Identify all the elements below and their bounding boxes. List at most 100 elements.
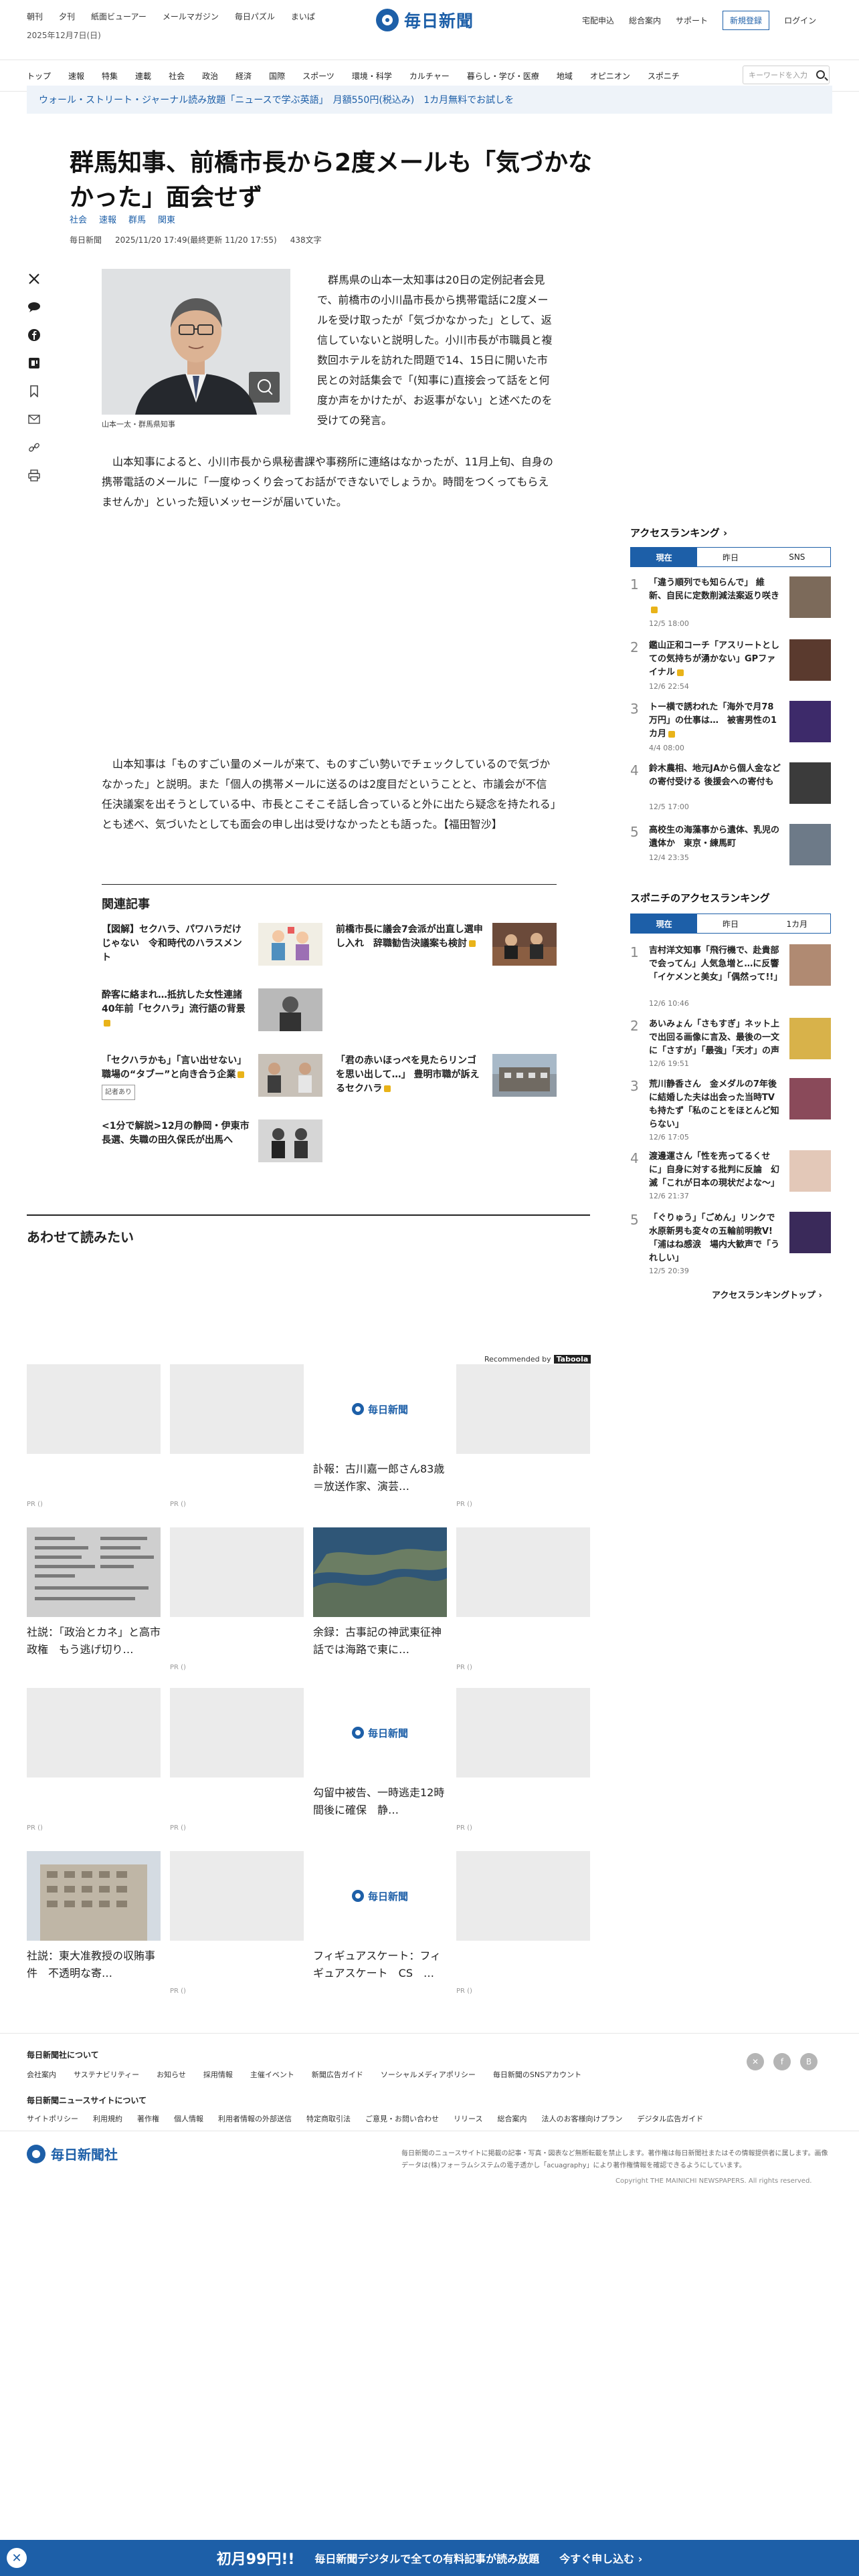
nav-item[interactable]: オピニオン xyxy=(590,70,630,82)
top-link[interactable]: 紙面ビューアー xyxy=(91,11,147,22)
related-item[interactable]: 前橋市長に議会7会派が出直し選申し入れ 辞職勧告決議案も検討 xyxy=(336,923,557,976)
hatena-icon[interactable]: B xyxy=(800,2053,818,2070)
nav-item[interactable]: 国際 xyxy=(269,70,285,82)
footer-link[interactable]: 新聞広告ガイド xyxy=(312,2069,363,2080)
rec-card[interactable]: PR () xyxy=(456,1851,590,1995)
close-icon[interactable]: ✕ xyxy=(7,2548,27,2568)
related-item[interactable]: 【図解】セクハラ、パワハラだけじゃない 令和時代のハラスメント xyxy=(102,923,322,976)
rec-card[interactable]: 毎日新聞 フィギュアスケート：フィギュアスケート CS … xyxy=(313,1851,447,1982)
footer-link[interactable]: 特定商取引法 xyxy=(306,2113,351,2124)
ranking-item[interactable]: 3 トー横で誘われた「海外で月78万円」の仕事は… 被害男性の1カ月 4/4 0… xyxy=(630,701,831,762)
tag-link[interactable]: 関東 xyxy=(158,213,175,225)
tab-current[interactable]: 現在 xyxy=(631,914,698,933)
related-item[interactable]: 「君の赤いほっぺを見たらリンゴを思い出して…」 豊明市職が訴えるセクハラ xyxy=(336,1054,557,1107)
rec-card[interactable]: PR () xyxy=(456,1527,590,1671)
nav-item[interactable]: スポーツ xyxy=(302,70,335,82)
rec-card[interactable]: 社説：「政治とカネ」と高市政権 もう逃げ切り… xyxy=(27,1527,161,1658)
info-link[interactable]: 総合案内 xyxy=(629,15,661,26)
footer-link[interactable]: ソーシャルメディアポリシー xyxy=(381,2069,476,2080)
ranking-title[interactable]: アクセスランキング › xyxy=(630,526,727,540)
footer-link[interactable]: サステナビリティー xyxy=(74,2069,139,2080)
x-share-icon[interactable] xyxy=(27,272,41,286)
nav-item[interactable]: 政治 xyxy=(202,70,218,82)
link-icon[interactable] xyxy=(27,440,41,455)
nav-item[interactable]: 特集 xyxy=(102,70,118,82)
footer-link[interactable]: 採用情報 xyxy=(203,2069,233,2080)
footer-link[interactable]: 主催イベント xyxy=(250,2069,294,2080)
rec-card[interactable]: PR () xyxy=(170,1688,304,1832)
tab-yesterday[interactable]: 昨日 xyxy=(697,548,763,566)
rec-card[interactable]: PR () xyxy=(27,1364,161,1508)
footer-link[interactable]: 総合案内 xyxy=(497,2113,527,2124)
rec-card[interactable]: 毎日新聞 訃報：古川嘉一郎さん83歳＝放送作家、演芸… xyxy=(313,1364,447,1495)
rec-card[interactable]: 余録：古事記の神武東征神話では海路で東に… xyxy=(313,1527,447,1658)
site-logo[interactable]: 毎日新聞 xyxy=(376,7,496,33)
sponichi-item[interactable]: 4 渡邊運さん「性を売ってるくせに」自身に対する批判に反論 幻滅「これが日本の現… xyxy=(630,1150,831,1212)
nav-item[interactable]: 地域 xyxy=(557,70,573,82)
mail-icon[interactable] xyxy=(27,412,41,427)
sponichi-item[interactable]: 5 「ぐりゅう」「ごめん」リンクで水原新男も変々の五輪前明教V!「浦はね感涙 場… xyxy=(630,1212,831,1275)
rec-card[interactable]: PR () xyxy=(170,1364,304,1508)
nav-item[interactable]: 速報 xyxy=(68,70,84,82)
rec-card[interactable]: PR () xyxy=(456,1364,590,1508)
login-link[interactable]: ログイン xyxy=(784,15,816,26)
footer-link[interactable]: 個人情報 xyxy=(174,2113,203,2124)
footer-link[interactable]: 著作権 xyxy=(137,2113,159,2124)
ranking-item[interactable]: 4 鈴木農相、地元JAから個人金などの寄付受ける 後援会への寄付も 12/5 1… xyxy=(630,762,831,824)
top-link[interactable]: 朝刊 xyxy=(27,11,43,22)
tag-link[interactable]: 社会 xyxy=(70,213,87,225)
facebook-icon[interactable] xyxy=(27,328,41,342)
tag-link[interactable]: 速報 xyxy=(99,213,116,225)
sponichi-item[interactable]: 2 あいみょん「さもすぎ」ネット上で出回る画像に言及、最後の一文に「さすが」「最… xyxy=(630,1018,831,1079)
related-item[interactable]: <1分で解説>12月の静岡・伊東市長選、失職の田久保氏が出馬へ xyxy=(102,1119,322,1173)
company-logo[interactable]: 毎日新聞社 xyxy=(27,2144,118,2163)
delivery-link[interactable]: 宅配申込 xyxy=(582,15,614,26)
zoom-icon[interactable] xyxy=(249,372,280,403)
nav-item[interactable]: 連載 xyxy=(135,70,151,82)
comment-icon[interactable] xyxy=(27,300,41,314)
search-input[interactable]: キーワードを入力 xyxy=(743,66,830,84)
tab-month[interactable]: 1カ月 xyxy=(764,914,830,933)
nav-item[interactable]: 暮らし・学び・医療 xyxy=(467,70,539,82)
promo-banner[interactable]: ウォール・ストリート・ジャーナル読み放題「ニュースで学ぶ英語」 月額550円(税… xyxy=(27,86,832,114)
nav-item[interactable]: 社会 xyxy=(169,70,185,82)
footer-link[interactable]: サイトポリシー xyxy=(27,2113,78,2124)
top-link[interactable]: まいぱ xyxy=(291,11,315,22)
ranking-top-link[interactable]: アクセスランキングトップ › xyxy=(712,1288,822,1301)
subscribe-banner[interactable]: 初月99円!! 毎日新聞デジタルで全ての有料記事が読み放題 今すぐ申し込む › xyxy=(0,2540,859,2576)
top-link[interactable]: 夕刊 xyxy=(59,11,75,22)
tag-link[interactable]: 群馬 xyxy=(128,213,146,225)
footer-link[interactable]: リリース xyxy=(454,2113,482,2124)
rec-card[interactable]: PR () xyxy=(170,1527,304,1671)
search-icon[interactable] xyxy=(816,70,825,79)
footer-link[interactable]: ご意見・お問い合わせ xyxy=(365,2113,439,2124)
rec-card[interactable]: 毎日新聞 勾留中被告、一時逃走12時間後に確保 静… xyxy=(313,1688,447,1819)
print-icon[interactable] xyxy=(27,468,41,483)
rec-card[interactable]: PR () xyxy=(170,1851,304,1995)
footer-link[interactable]: 毎日新聞のSNSアカウント xyxy=(493,2069,581,2080)
nav-item[interactable]: トップ xyxy=(27,70,51,82)
related-item[interactable]: 「セクハラかも」「言い出せない」職場の“タブー”と向き合う企業 記者あり xyxy=(102,1054,322,1107)
footer-link[interactable]: 法人のお客様向けプラン xyxy=(541,2113,622,2124)
top-link[interactable]: 毎日パズル xyxy=(235,11,275,22)
top-link[interactable]: メールマガジン xyxy=(163,11,219,22)
hatena-icon[interactable] xyxy=(27,356,41,370)
sponichi-item[interactable]: 3 荒川静香さん 金メダルの7年後に結婚した夫は出会った当時TVも持たず「私のこ… xyxy=(630,1078,831,1142)
footer-link[interactable]: 利用規約 xyxy=(93,2113,122,2124)
register-button[interactable]: 新規登録 xyxy=(723,11,770,30)
bookmark-icon[interactable] xyxy=(27,384,41,399)
nav-item[interactable]: 環境・科学 xyxy=(352,70,392,82)
nav-item[interactable]: スポニチ xyxy=(648,70,680,82)
footer-link[interactable]: 会社案内 xyxy=(27,2069,56,2080)
ranking-item[interactable]: 5 高校生の海藻事から遺体、乳児の遺体か 東京・練馬町 12/4 23:35 xyxy=(630,824,831,885)
sponichi-item[interactable]: 1 吉村洋文知事「飛行機で、赴貴部で会ってん」人気急増と…に反響「イケメンと美女… xyxy=(630,944,831,1008)
rec-card[interactable]: PR () xyxy=(456,1688,590,1832)
rec-card[interactable]: PR () xyxy=(27,1688,161,1832)
tab-yesterday[interactable]: 昨日 xyxy=(697,914,763,933)
x-icon[interactable]: ✕ xyxy=(747,2053,764,2070)
rec-card[interactable]: 社説：東大准教授の収賄事件 不透明な寄… xyxy=(27,1851,161,1982)
ranking-item[interactable]: 2 鑑山正和コーチ「アスリートとしての気持ちが湧かない」GPファイナル 12/6… xyxy=(630,639,831,701)
support-link[interactable]: サポート xyxy=(676,15,708,26)
ranking-item[interactable]: 1 「違う順列でも知らんで」 維新、自民に定数削減法案返り咲き 12/5 18:… xyxy=(630,576,831,638)
footer-link[interactable]: お知らせ xyxy=(157,2069,186,2080)
